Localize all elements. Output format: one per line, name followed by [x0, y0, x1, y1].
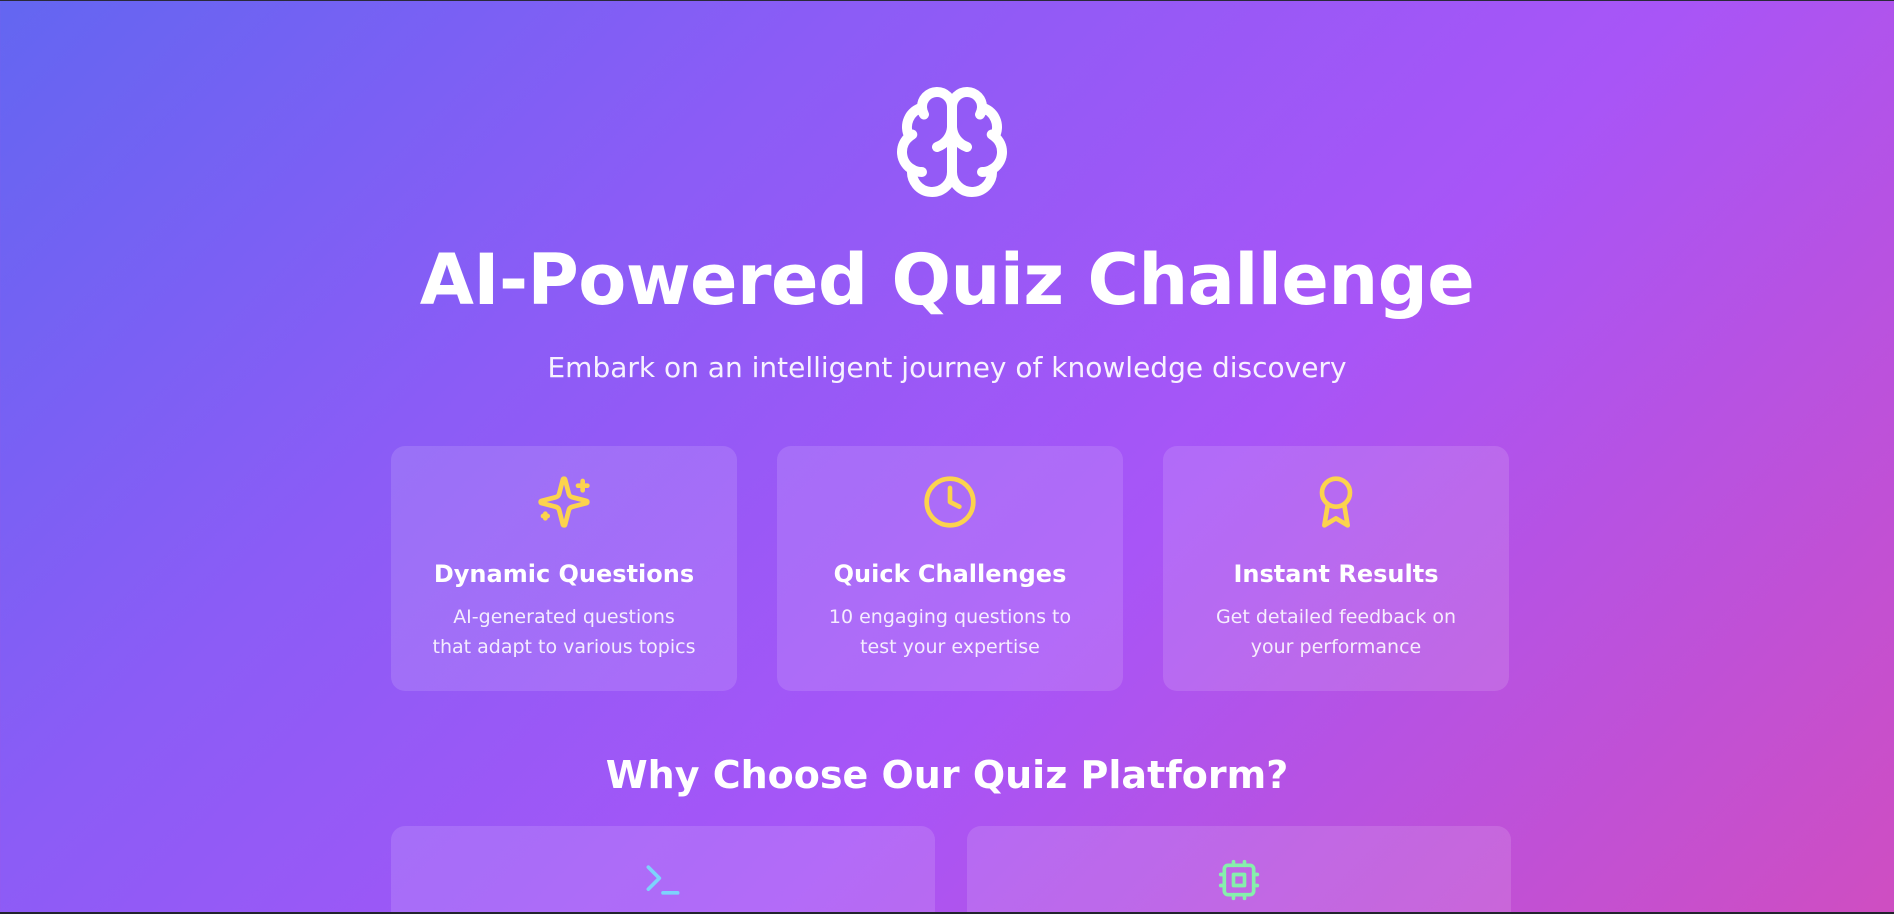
feature-description: AI-generated questions that adapt to var… — [432, 606, 696, 658]
feature-card-instant-results: Instant Results Get detailed feedback on… — [1163, 446, 1509, 691]
feature-title: Instant Results — [1233, 560, 1439, 588]
terminal-icon — [641, 858, 685, 902]
award-icon — [1308, 474, 1364, 530]
page-subtitle: Embark on an intelligent journey of know… — [547, 351, 1347, 384]
feature-title: Quick Challenges — [833, 560, 1067, 588]
feature-title: Dynamic Questions — [433, 560, 695, 588]
feature-description: Get detailed feedback on your performanc… — [1215, 606, 1457, 658]
window-top-border — [0, 0, 1894, 1]
page-title: AI-Powered Quiz Challenge — [419, 239, 1475, 321]
why-choose-heading: Why Choose Our Quiz Platform? — [605, 753, 1289, 797]
cpu-icon — [1217, 858, 1261, 902]
feature-description: 10 engaging questions to test your exper… — [828, 606, 1072, 658]
feature-card-quick-challenges: Quick Challenges 10 engaging questions t… — [777, 446, 1123, 691]
sparkles-icon — [536, 474, 592, 530]
clock-icon — [922, 474, 978, 530]
feature-card-dynamic-questions: Dynamic Questions AI-generated questions… — [391, 446, 737, 691]
why-card-cpu — [967, 826, 1511, 914]
why-card-terminal — [391, 826, 935, 914]
brain-icon — [892, 82, 1012, 202]
